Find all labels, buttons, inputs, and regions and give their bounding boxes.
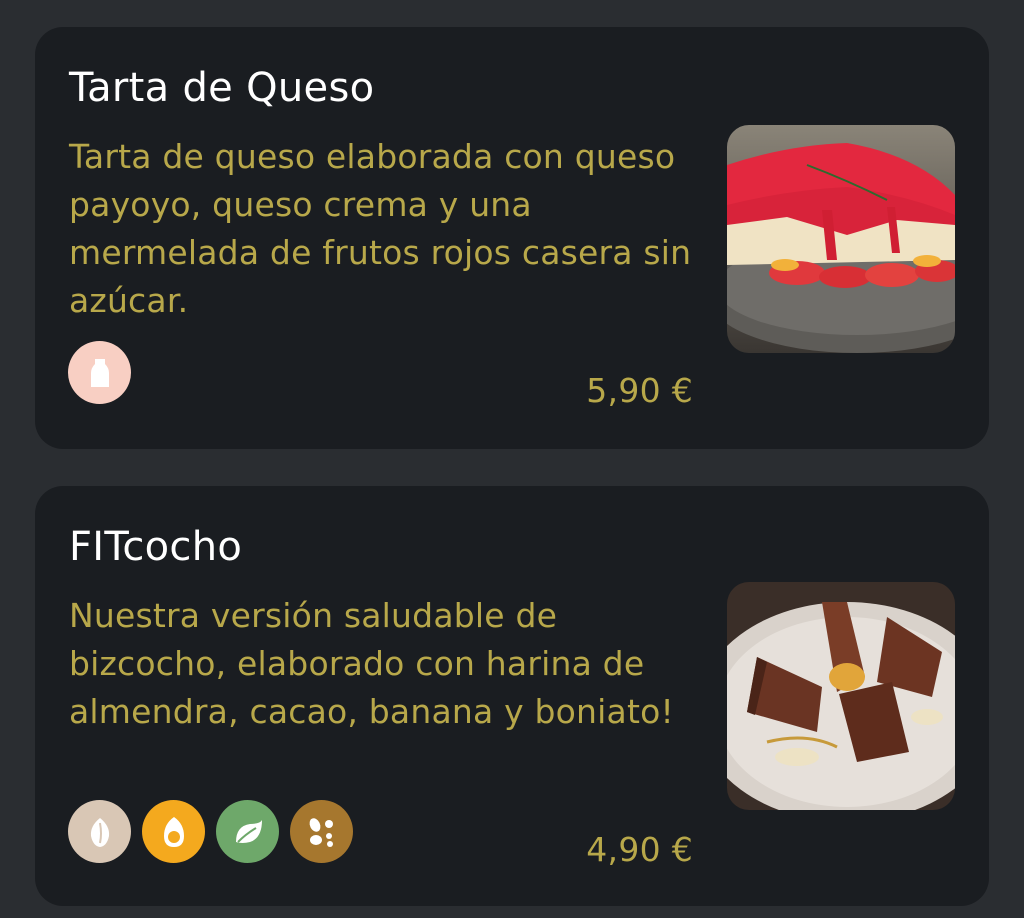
product-card[interactable]: Tarta de Queso Tarta de queso elaborada …	[35, 27, 989, 449]
leaf-icon[interactable]	[216, 800, 279, 863]
product-card[interactable]: FITcocho Nuestra versión saludable de bi…	[35, 486, 989, 906]
product-title: Tarta de Queso	[69, 65, 375, 111]
egg-icon[interactable]	[142, 800, 205, 863]
product-price: 5,90 €	[586, 371, 693, 410]
product-description: Tarta de queso elaborada con queso payoy…	[69, 137, 692, 320]
product-list: Tarta de Queso Tarta de queso elaborada …	[0, 0, 1024, 918]
nut-icon[interactable]	[68, 800, 131, 863]
product-description: Nuestra versión saludable de bizcocho, e…	[69, 596, 674, 731]
allergen-list	[68, 800, 353, 863]
product-title: FITcocho	[69, 524, 243, 570]
chocolate-sponge-cake-photo	[727, 582, 955, 810]
cheesecake-photo	[727, 125, 955, 353]
allergen-list	[68, 341, 131, 404]
product-image[interactable]	[727, 125, 955, 353]
product-price: 4,90 €	[586, 830, 693, 869]
milk-bottle-icon[interactable]	[68, 341, 131, 404]
seeds-icon[interactable]	[290, 800, 353, 863]
product-image[interactable]	[727, 582, 955, 810]
